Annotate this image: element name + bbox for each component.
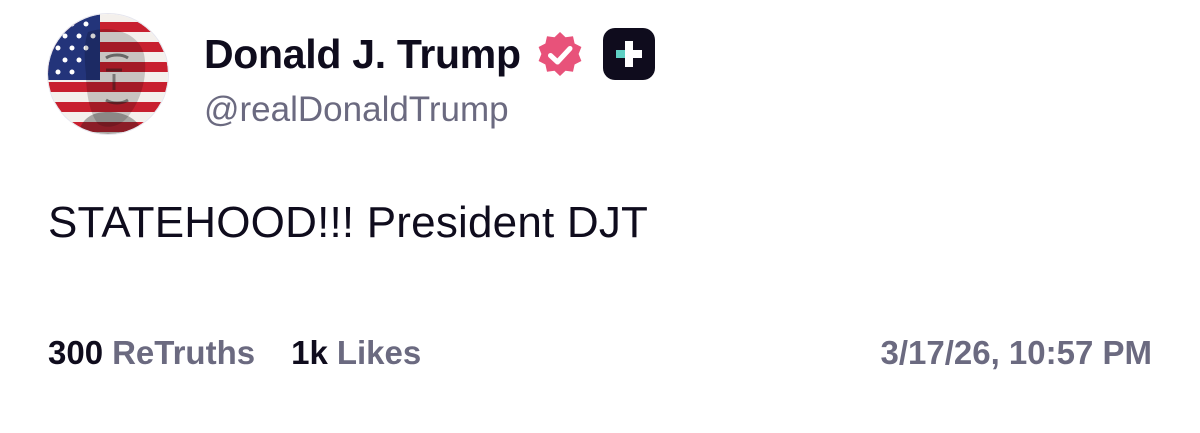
avatar-flag-portrait-icon [48,14,168,134]
retruths-stat[interactable]: 300 ReTruths [48,334,255,372]
author-handle[interactable]: @realDonaldTrump [204,90,509,130]
avatar[interactable] [48,14,168,134]
likes-stat[interactable]: 1k Likes [291,334,421,372]
truth-plus-icon [602,28,655,80]
author-name-row: Donald J. Trump [204,26,655,82]
post-stats: 300 ReTruths 1k Likes [48,334,457,372]
verified-badge-icon [533,27,587,81]
author-display-name[interactable]: Donald J. Trump [204,31,521,78]
post-timestamp[interactable]: 3/17/26, 10:57 PM [880,334,1152,372]
retruths-count: 300 [48,334,104,371]
likes-count: 1k [291,334,328,371]
truth-post: Donald J. Trump @realDonaldTrump STATEHO… [0,0,1200,433]
likes-label: Likes [336,334,422,371]
retruths-label: ReTruths [112,334,256,371]
post-text: STATEHOOD!!! President DJT [48,198,649,247]
